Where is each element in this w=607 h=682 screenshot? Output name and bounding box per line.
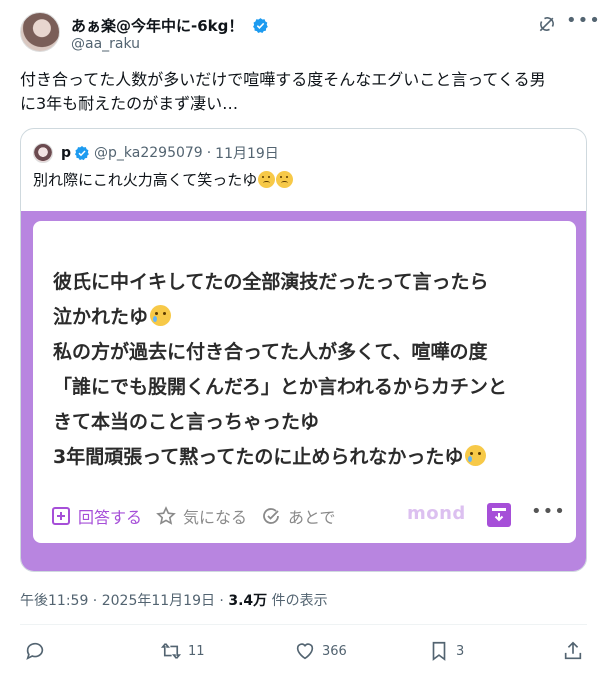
display-name-text[interactable]: あぁ楽@今年中に-6kg！ (71, 17, 243, 35)
view-count: 3.4万 (228, 593, 268, 609)
quote-separator: · (206, 145, 212, 161)
bookmark-button[interactable]: 3 (428, 640, 464, 662)
crying-face-icon (150, 305, 172, 326)
display-name[interactable]: あぁ楽@今年中に-6kg！ (71, 15, 269, 36)
action-bar: 11 366 3 (20, 638, 585, 670)
tweet-text: 付き合ってた人数が多いだけで喧嘩する度そんなエグいこと言ってくる男 に3年も耐え… (20, 68, 595, 116)
later-action: あとで (261, 504, 336, 528)
card-actions: 回答する 気になる あとで mond ••• (51, 501, 565, 529)
tweet-timestamp: 午後11:59 · 2025年11月19日 · 3.4万 件の表示 (20, 590, 328, 610)
card-line-1: 彼氏に中イキしてたの全部演技だったって言ったら (53, 271, 489, 293)
verified-badge-icon (75, 146, 89, 161)
verified-badge-icon (252, 18, 268, 34)
quote-display-name: p (61, 145, 72, 161)
answer-action: 回答する (51, 504, 142, 528)
clock-check-icon (263, 508, 279, 524)
like-count: 366 (322, 643, 347, 659)
card-line-2-text: 泣かれたゆ (53, 306, 149, 328)
mond-card: 彼氏に中イキしてたの全部演技だったって言ったら 泣かれたゆ 私の方が過去に付き合… (33, 221, 576, 543)
reply-icon (26, 642, 44, 660)
quote-date: 11月19日 (215, 146, 279, 162)
heart-icon (296, 643, 314, 660)
later-label: あとで (288, 508, 336, 527)
quote-avatar (33, 143, 53, 163)
more-icon[interactable]: ••• (566, 12, 600, 34)
card-line-4: 「誰にでも股開くんだろ」とか言われるからカチンと (53, 376, 507, 398)
tweet-text-line1: 付き合ってた人数が多いだけで喧嘩する度そんなエグいこと言ってくる男 (20, 70, 546, 89)
interest-label: 気になる (183, 508, 248, 527)
share-button[interactable] (562, 640, 590, 662)
quote-text: 別れ際にこれ火力高くて笑ったゆ (33, 169, 294, 191)
answer-label: 回答する (78, 508, 143, 527)
pleading-face-icon (276, 171, 294, 188)
crying-face-icon (465, 445, 487, 466)
answer-icon (52, 507, 70, 525)
sep2: · (214, 593, 229, 609)
pleading-face-icon (258, 171, 276, 188)
star-icon (156, 506, 176, 525)
quote-header: p @p_ka2295079 · 11月19日 (33, 143, 279, 163)
card-line-6-text: 3年間頑張って黙ってたのに止められなかったゆ (53, 446, 464, 468)
handle[interactable]: @aa_raku (71, 36, 140, 52)
retweet-button[interactable]: 11 (160, 640, 205, 662)
views-label: 件の表示 (267, 593, 328, 609)
like-button[interactable]: 366 (294, 640, 347, 662)
sep1: · (88, 593, 102, 609)
quote-handle: @p_ka2295079 (94, 145, 203, 161)
bookmark-count: 3 (456, 643, 465, 659)
quoted-tweet[interactable]: p @p_ka2295079 · 11月19日 別れ際にこれ火力高くて笑ったゆ … (20, 128, 587, 572)
quote-image[interactable]: 彼氏に中イキしてたの全部演技だったって言ったら 泣かれたゆ 私の方が過去に付き合… (21, 211, 586, 571)
card-more-icon: ••• (531, 501, 566, 522)
time[interactable]: 午後11:59 (20, 593, 88, 609)
share-icon (564, 641, 582, 660)
tweet-text-line2: に3年も耐えたのがまず凄い… (20, 94, 239, 113)
card-line-3: 私の方が過去に付き合ってた人が多くて、喧嘩の度 (53, 341, 488, 363)
grok-icon[interactable] (537, 14, 557, 34)
tweet-header: あぁ楽@今年中に-6kg！ @aa_raku ••• (20, 12, 600, 60)
card-text: 彼氏に中イキしてたの全部演技だったって言ったら 泣かれたゆ 私の方が過去に付き合… (53, 265, 563, 475)
interest-action: 気になる (156, 504, 247, 528)
retweet-count: 11 (188, 643, 205, 659)
card-line-5: きて本当のこと言っちゃったゆ (53, 411, 320, 433)
quote-text-body: 別れ際にこれ火力高くて笑ったゆ (33, 171, 258, 189)
divider (20, 624, 587, 625)
reply-button[interactable] (24, 640, 52, 662)
inbox-icon (487, 503, 511, 527)
avatar[interactable] (20, 12, 60, 52)
bookmark-icon (432, 641, 446, 661)
retweet-icon (160, 643, 182, 659)
card-line-2: 泣かれたゆ (53, 300, 563, 335)
date[interactable]: 2025年11月19日 (102, 593, 215, 609)
card-line-6: 3年間頑張って黙ってたのに止められなかったゆ (53, 440, 563, 475)
mond-logo: mond (407, 503, 466, 524)
